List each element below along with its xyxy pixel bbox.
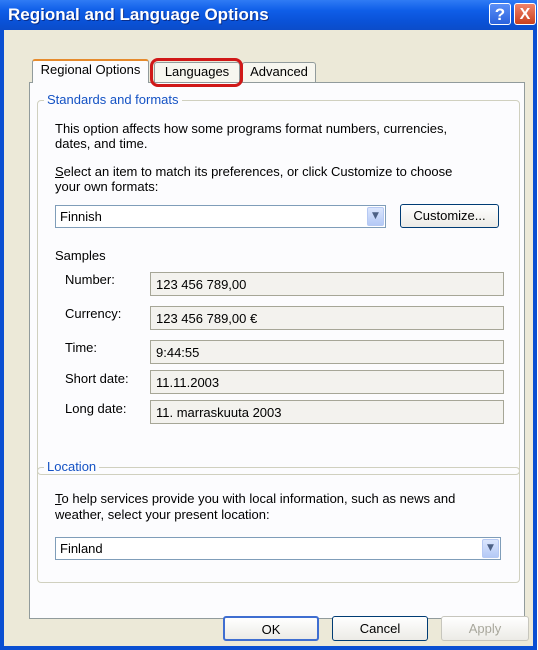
format-instruction-line-1: Select an item to match its preferences,… — [55, 164, 452, 179]
cancel-button[interactable]: Cancel — [332, 616, 428, 641]
format-access-key: S — [55, 164, 64, 179]
sample-label-number: Number: — [65, 272, 115, 287]
standards-description-line-2: dates, and time. — [55, 136, 148, 151]
apply-button[interactable]: Apply — [441, 616, 529, 641]
sample-value-time: 9:44:55 — [150, 340, 504, 364]
location-select[interactable]: Finland ▼ — [55, 537, 501, 560]
tab-regional-options[interactable]: Regional Options — [32, 59, 149, 83]
standards-group-legend: Standards and formats — [44, 92, 182, 107]
chevron-down-icon[interactable]: ▼ — [482, 539, 499, 558]
close-icon[interactable]: X — [514, 3, 536, 25]
sample-value-short-date: 11.11.2003 — [150, 370, 504, 394]
location-instruction-text: o help services provide you with local i… — [61, 491, 456, 506]
location-select-value: Finland — [60, 541, 103, 556]
chevron-down-icon[interactable]: ▼ — [367, 207, 384, 226]
location-instruction-line-2: weather, select your present location: — [55, 507, 270, 522]
format-instruction-line-2: your own formats: — [55, 179, 159, 194]
sample-value-long-date: 11. marraskuuta 2003 — [150, 400, 504, 424]
help-icon[interactable]: ? — [489, 3, 511, 25]
samples-label: Samples — [55, 248, 106, 263]
window-title: Regional and Language Options — [8, 5, 269, 24]
location-group: Location — [37, 459, 520, 583]
format-instruction-text: elect an item to match its preferences, … — [63, 164, 453, 179]
standards-description-line-1: This option affects how some programs fo… — [55, 121, 448, 136]
dialog-client-area: Regional Options Languages Advanced Stan… — [4, 30, 533, 646]
sample-label-long-date: Long date: — [65, 401, 127, 416]
location-group-legend: Location — [44, 459, 100, 474]
sample-label-short-date: Short date: — [65, 371, 129, 386]
sample-label-time: Time: — [65, 340, 98, 355]
sample-value-number: 123 456 789,00 — [150, 272, 504, 296]
format-select-value: Finnish — [60, 209, 102, 224]
ok-button[interactable]: OK — [223, 616, 319, 641]
tab-advanced[interactable]: Advanced — [242, 62, 316, 83]
sample-label-currency: Currency: — [65, 306, 122, 321]
customize-button[interactable]: Customize... — [400, 204, 499, 228]
location-instruction-line-1: To help services provide you with local … — [55, 491, 455, 506]
format-select[interactable]: Finnish ▼ — [55, 205, 386, 228]
title-bar[interactable]: Regional and Language Options ? X — [0, 0, 537, 30]
languages-tab-highlight-ring — [150, 58, 243, 87]
sample-value-currency: 123 456 789,00 € — [150, 306, 504, 330]
